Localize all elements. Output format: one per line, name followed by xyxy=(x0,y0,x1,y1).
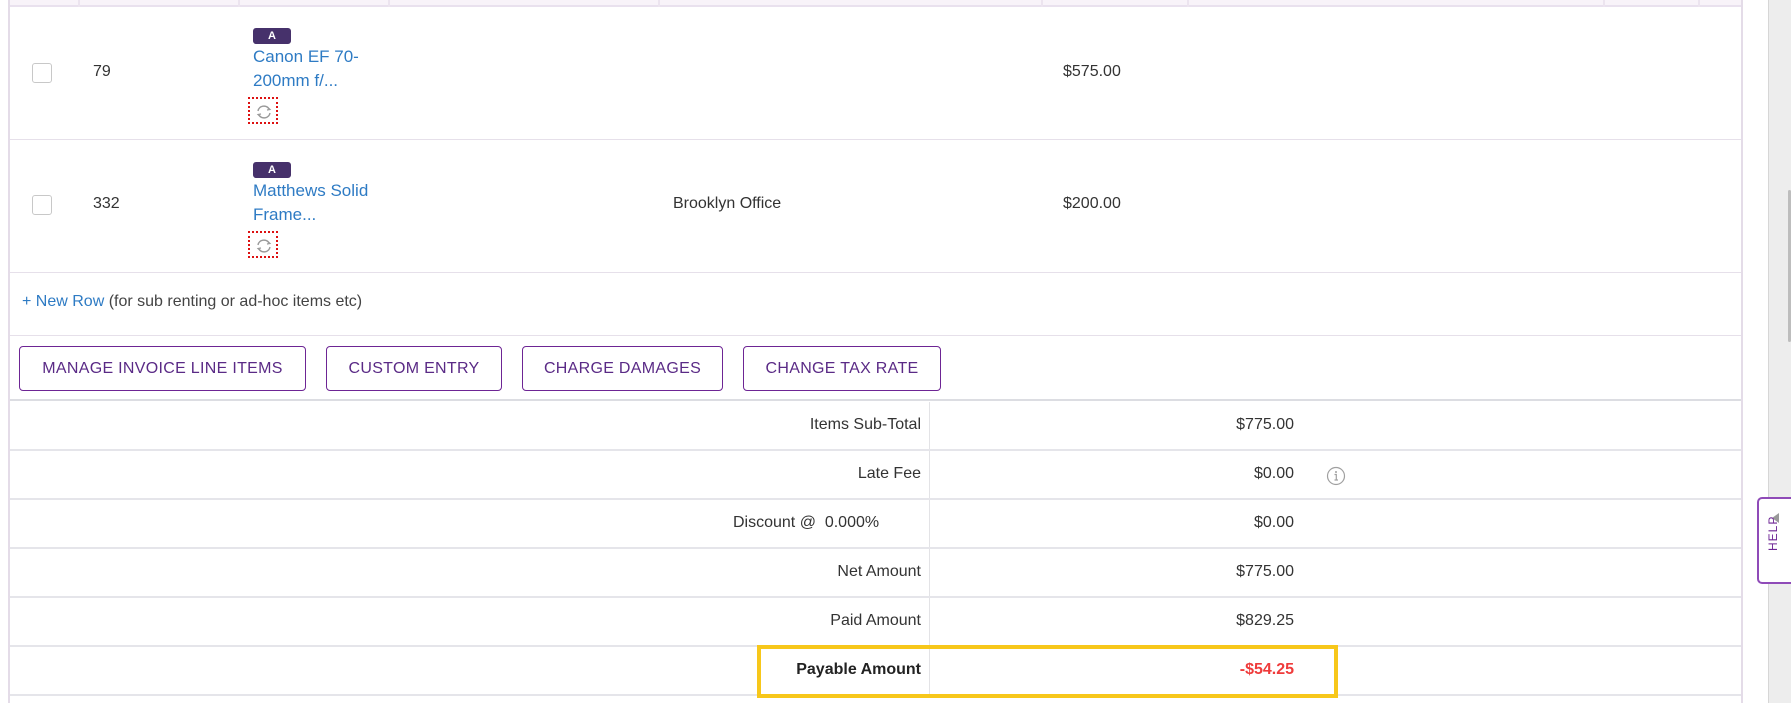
summary-label: Late Fee xyxy=(857,465,921,482)
column-divider xyxy=(1603,0,1605,7)
change-tax-rate-button[interactable]: CHANGE TAX RATE xyxy=(743,346,941,391)
item-cell: A Matthews Solid Frame... xyxy=(248,160,403,263)
table-header xyxy=(10,0,1741,7)
availability-badge: A xyxy=(253,162,291,178)
summary-label: Paid Amount xyxy=(830,612,921,629)
help-tab-button[interactable]: HELP xyxy=(1757,497,1791,584)
summary-label: Payable Amount xyxy=(796,661,921,678)
column-divider xyxy=(1187,0,1189,7)
summary-value: $775.00 xyxy=(1236,416,1294,433)
item-name-link[interactable]: Matthews Solid Frame... xyxy=(253,179,403,227)
sync-button[interactable] xyxy=(248,231,278,258)
summary-value: $0.00 xyxy=(1253,514,1294,531)
summary-row-net-amount: Net Amount $775.00 xyxy=(10,549,1741,598)
column-divider xyxy=(238,0,240,7)
item-id: 79 xyxy=(93,63,111,80)
summary-value: $775.00 xyxy=(1236,563,1294,580)
invoice-table: 79 A Canon EF 70-200mm f/... $575.00 332… xyxy=(8,0,1743,703)
summary-row-late-fee: Late Fee $0.00 xyxy=(10,451,1741,500)
refresh-icon xyxy=(256,105,272,119)
table-row: 79 A Canon EF 70-200mm f/... $575.00 xyxy=(10,7,1741,140)
new-row-link[interactable]: + New Row xyxy=(22,293,104,310)
row-select-checkbox[interactable] xyxy=(32,195,52,215)
custom-entry-button[interactable]: CUSTOM ENTRY xyxy=(326,346,502,391)
column-divider xyxy=(1698,0,1700,7)
new-row-section: + New Row (for sub renting or ad-hoc ite… xyxy=(10,272,1741,336)
table-row: 332 A Matthews Solid Frame... Brooklyn O… xyxy=(10,140,1741,273)
sync-button[interactable] xyxy=(248,97,278,124)
invoice-summary: Items Sub-Total $775.00 Late Fee $0.00 D… xyxy=(10,402,1741,696)
column-divider xyxy=(388,0,390,7)
summary-row-items-subtotal: Items Sub-Total $775.00 xyxy=(10,402,1741,451)
row-select-checkbox[interactable] xyxy=(32,63,52,83)
item-id: 332 xyxy=(93,195,120,212)
summary-label: Discount @ 0.000% xyxy=(733,514,880,531)
new-row-hint: (for sub renting or ad-hoc items etc) xyxy=(104,293,363,310)
item-price: $575.00 xyxy=(1063,63,1121,80)
payable-amount-value: -$54.25 xyxy=(1239,661,1294,678)
item-name-link[interactable]: Canon EF 70-200mm f/... xyxy=(253,45,403,93)
column-divider xyxy=(658,0,660,7)
summary-label: Net Amount xyxy=(837,563,921,580)
summary-row-discount: Discount @ 0.000% $0.00 xyxy=(10,500,1741,549)
summary-value: $0.00 xyxy=(1253,465,1294,482)
charge-damages-button[interactable]: CHARGE DAMAGES xyxy=(522,346,723,391)
manage-invoice-line-items-button[interactable]: MANAGE INVOICE LINE ITEMS xyxy=(19,346,306,391)
availability-badge: A xyxy=(253,28,291,44)
page-scrollbar-track[interactable] xyxy=(1768,0,1791,703)
item-location: Brooklyn Office xyxy=(673,195,782,212)
info-icon[interactable] xyxy=(1326,466,1346,491)
column-divider xyxy=(78,0,80,7)
item-price: $200.00 xyxy=(1063,195,1121,212)
item-cell: A Canon EF 70-200mm f/... xyxy=(248,26,403,129)
summary-row-paid-amount: Paid Amount $829.25 xyxy=(10,598,1741,647)
invoice-actions-bar: MANAGE INVOICE LINE ITEMS CUSTOM ENTRY C… xyxy=(10,336,1741,401)
help-label: HELP xyxy=(1766,515,1780,551)
summary-label: Items Sub-Total xyxy=(809,416,921,433)
summary-value: $829.25 xyxy=(1236,612,1294,629)
refresh-icon xyxy=(256,239,272,253)
column-divider xyxy=(1041,0,1043,7)
summary-row-payable-amount: Payable Amount -$54.25 xyxy=(10,647,1741,696)
